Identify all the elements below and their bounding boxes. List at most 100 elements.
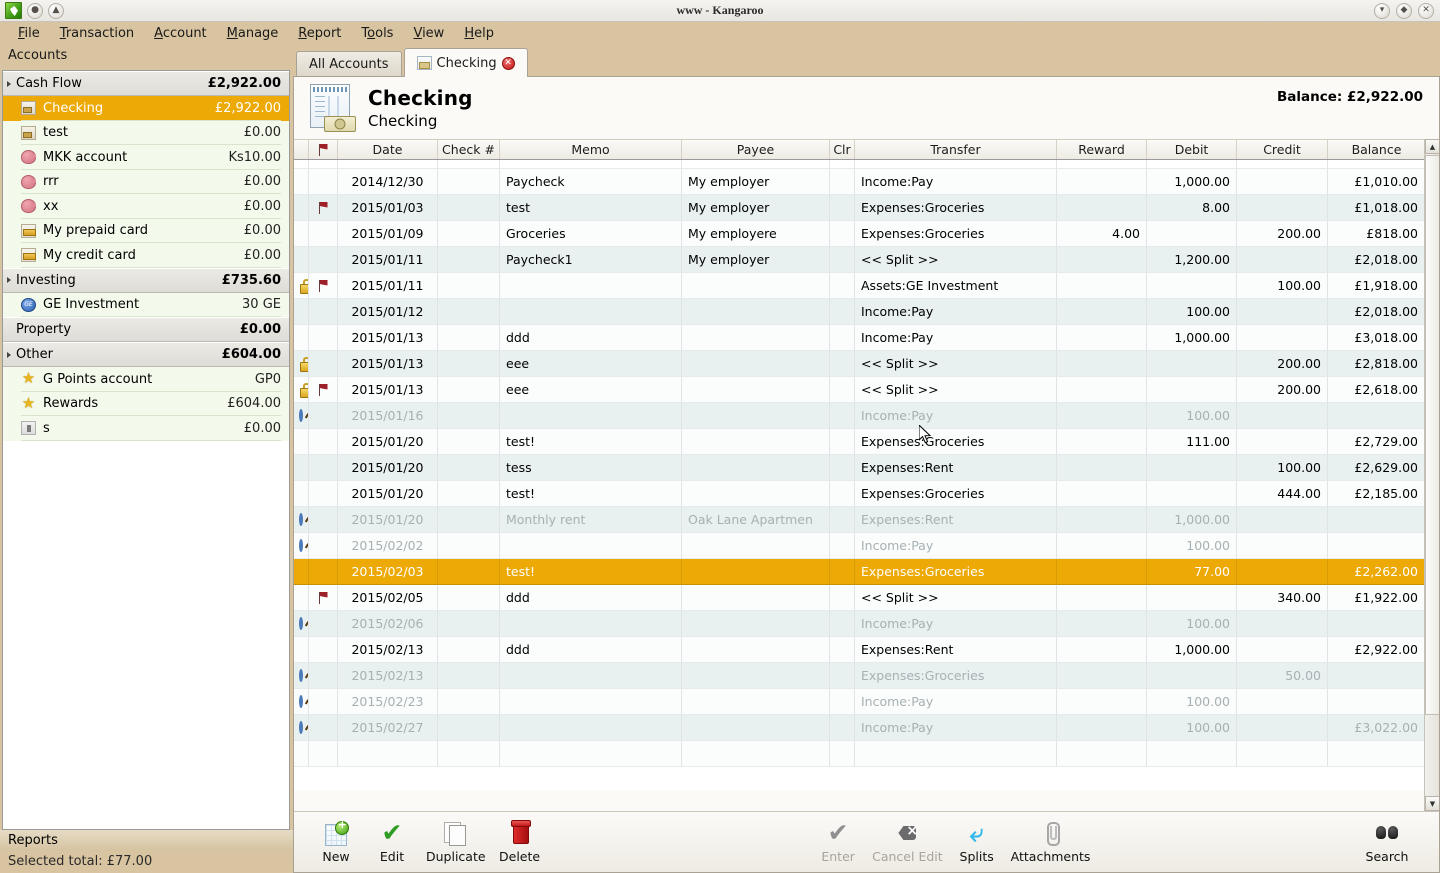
cell-balance[interactable]: £1,018.00 [1328,195,1425,221]
register-row[interactable]: 2015/01/20test!Expenses:Groceries444.00£… [294,481,1439,507]
cell-memo[interactable]: test! [500,481,682,507]
cell-debit[interactable] [1147,663,1237,689]
cell-balance[interactable]: £2,629.00 [1328,455,1425,481]
cell-memo[interactable]: Monthly rent [500,507,682,533]
cell-debit[interactable] [1147,377,1237,403]
cell-date[interactable]: 2015/01/20 [338,429,438,455]
cell-transfer[interactable]: Income:Pay [855,299,1057,325]
account-item-ge-investment[interactable]: GE Investment30 GE [3,293,289,318]
register-row[interactable]: 2015/01/03testMy employerExpenses:Grocer… [294,195,1439,221]
cell-credit[interactable] [1237,299,1328,325]
register-row[interactable]: 2015/02/23Income:Pay100.00 [294,689,1439,715]
cell-clr[interactable] [830,403,855,429]
cell-debit[interactable] [1147,585,1237,611]
cell-transfer[interactable]: Income:Pay [855,533,1057,559]
cell-debit[interactable]: 1,000.00 [1147,637,1237,663]
cell-clr[interactable] [830,507,855,533]
cell-check[interactable] [438,637,500,663]
cell-reward[interactable] [1057,689,1147,715]
cell-transfer[interactable]: << Split >> [855,377,1057,403]
cell-clr[interactable] [830,221,855,247]
row-flag-cell[interactable] [309,533,338,559]
cell-transfer[interactable]: << Split >> [855,351,1057,377]
register-vertical-scrollbar[interactable]: ▲ ▼ [1424,139,1439,811]
column-header-credit[interactable]: Credit [1237,140,1328,159]
cell-debit[interactable] [1147,455,1237,481]
cell-check[interactable] [438,559,500,585]
cell-check[interactable] [438,429,500,455]
cell-credit[interactable]: 100.00 [1237,455,1328,481]
cell-reward[interactable] [1057,247,1147,273]
cell-reward[interactable] [1057,299,1147,325]
cell-date[interactable]: 2015/01/13 [338,377,438,403]
cell-credit[interactable] [1237,741,1328,767]
cell-memo[interactable]: test [500,195,682,221]
cell-reward[interactable] [1057,715,1147,741]
cell-date[interactable]: 2015/01/20 [338,481,438,507]
cell-payee[interactable] [682,637,830,663]
cell-payee[interactable]: My employere [682,221,830,247]
row-flag-cell[interactable] [309,637,338,663]
cell-payee[interactable] [682,663,830,689]
cell-memo[interactable]: tess [500,455,682,481]
row-flag-cell[interactable] [309,299,338,325]
row-flag-cell[interactable] [309,160,338,169]
cell-payee[interactable] [682,351,830,377]
menu-tools[interactable]: Tools [351,24,403,43]
register-row[interactable]: 2015/01/16Income:Pay100.00 [294,403,1439,429]
cell-balance[interactable]: £2,818.00 [1328,351,1425,377]
cell-debit[interactable] [1147,160,1237,169]
cell-reward[interactable] [1057,403,1147,429]
cell-check[interactable] [438,325,500,351]
toolbar-new-button[interactable]: New [308,819,364,866]
cell-check[interactable] [438,377,500,403]
cell-debit[interactable]: 1,000.00 [1147,169,1237,195]
cell-balance[interactable] [1328,160,1425,169]
cell-date[interactable] [338,741,438,767]
cell-date[interactable]: 2015/01/11 [338,273,438,299]
cell-reward[interactable] [1057,195,1147,221]
cell-memo[interactable] [500,689,682,715]
toolbar-attachments-button[interactable]: Attachments [1005,818,1097,866]
row-flag-cell[interactable] [309,273,338,299]
cell-balance[interactable] [1328,403,1425,429]
column-header-clr[interactable]: Clr [830,140,855,159]
cell-clr[interactable] [830,559,855,585]
cell-memo[interactable] [500,533,682,559]
cell-reward[interactable] [1057,325,1147,351]
account-item-mkk-account[interactable]: MKK accountKs10.00 [3,145,289,170]
cell-memo[interactable] [500,403,682,429]
account-item-s[interactable]: s£0.00 [3,416,289,441]
cell-clr[interactable] [830,689,855,715]
cell-clr[interactable] [830,247,855,273]
cell-check[interactable] [438,533,500,559]
cell-memo[interactable]: eee [500,377,682,403]
cell-credit[interactable]: 100.00 [1237,273,1328,299]
row-flag-cell[interactable] [309,611,338,637]
cell-balance[interactable]: £1,918.00 [1328,273,1425,299]
row-flag-cell[interactable] [309,195,338,221]
cell-credit[interactable] [1237,637,1328,663]
cell-balance[interactable]: £2,018.00 [1328,247,1425,273]
menu-file[interactable]: File [8,24,50,43]
toolbar-delete-button[interactable]: Delete [492,818,548,866]
register-row[interactable] [294,160,1439,169]
cell-reward[interactable] [1057,533,1147,559]
cell-balance[interactable]: £3,018.00 [1328,325,1425,351]
cell-clr[interactable] [830,715,855,741]
cell-credit[interactable] [1237,429,1328,455]
reports-tab[interactable]: Reports [0,830,293,851]
shade-window-icon[interactable]: ▲ [48,3,64,19]
cell-payee[interactable] [682,559,830,585]
cell-reward[interactable] [1057,273,1147,299]
cell-credit[interactable] [1237,715,1328,741]
register-row[interactable]: 2015/01/11Paycheck1My employer<< Split >… [294,247,1439,273]
cell-transfer[interactable]: Expenses:Groceries [855,195,1057,221]
window-menu-icon[interactable]: ● [27,3,43,19]
register-row[interactable]: 2015/02/03test!Expenses:Groceries77.00£2… [294,559,1439,585]
cell-payee[interactable]: My employer [682,247,830,273]
cell-debit[interactable]: 100.00 [1147,611,1237,637]
cell-reward[interactable] [1057,507,1147,533]
cell-clr[interactable] [830,273,855,299]
row-flag-cell[interactable] [309,377,338,403]
